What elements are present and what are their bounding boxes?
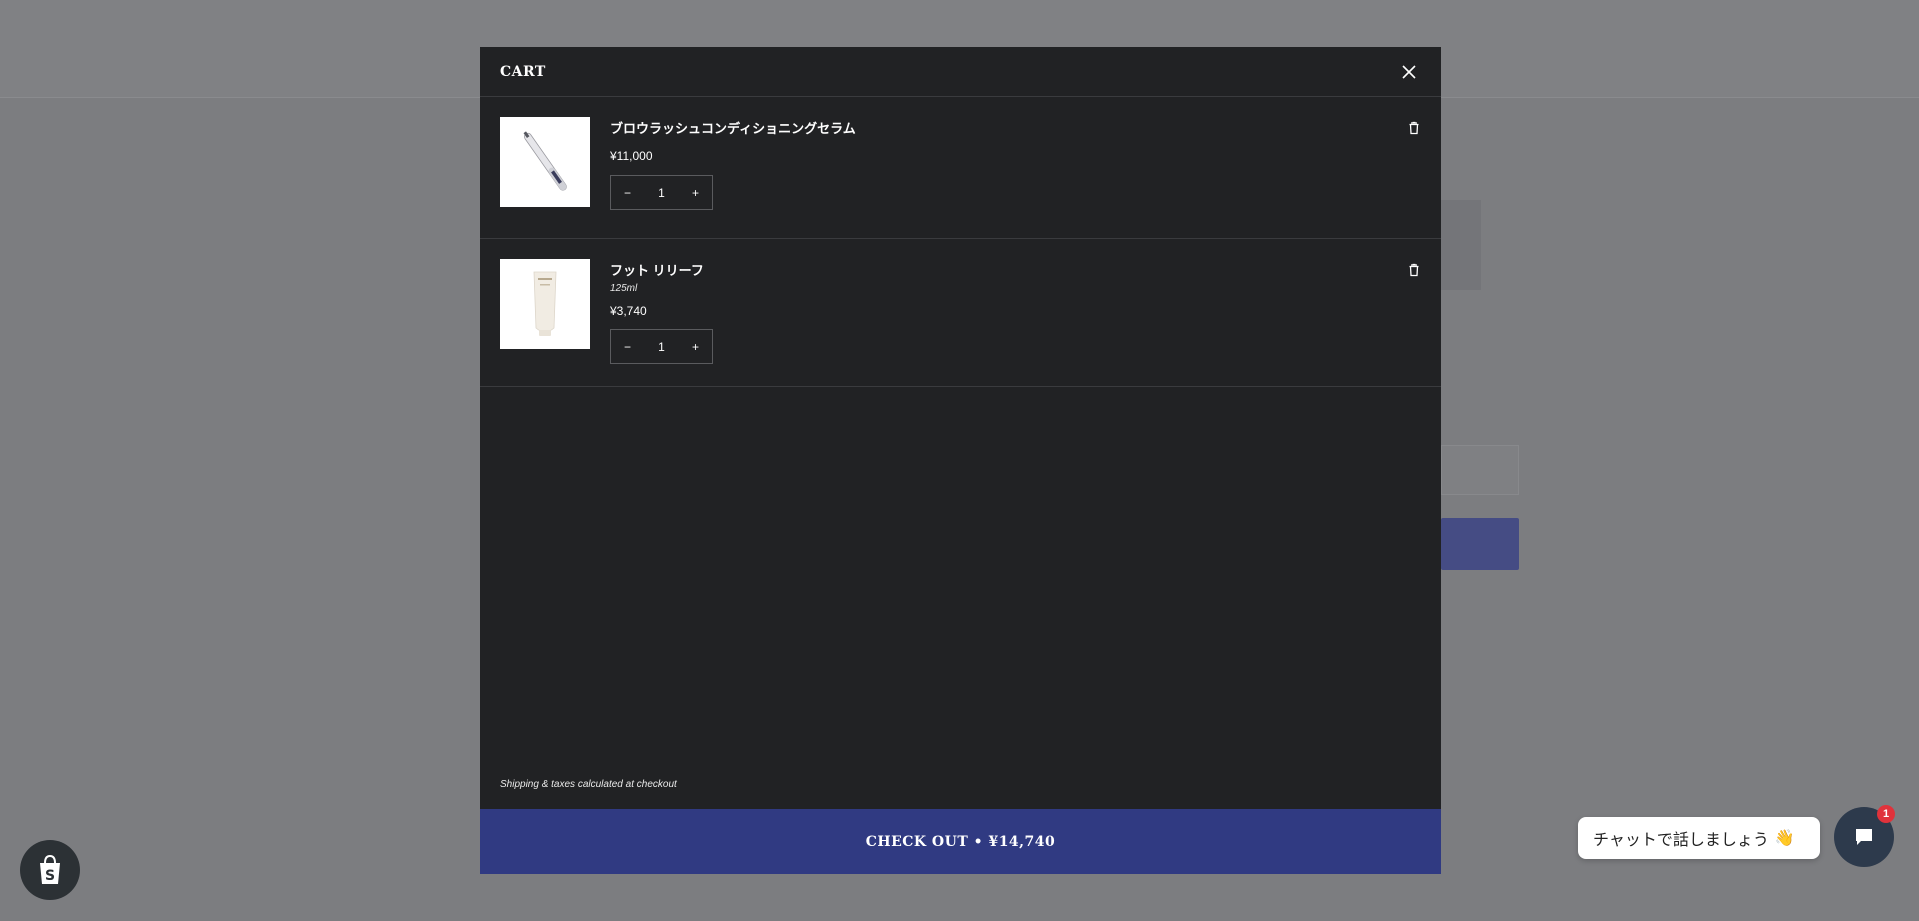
item-price: ¥3,740	[610, 304, 647, 318]
svg-text:S: S	[45, 868, 55, 884]
quantity-stepper: − 1 +	[610, 329, 713, 364]
wave-emoji-icon: 👋	[1774, 830, 1795, 847]
item-variant: 125ml	[610, 283, 638, 294]
quantity-value[interactable]: 1	[644, 186, 679, 200]
cart-header: CART	[480, 47, 1441, 97]
shipping-note: Shipping & taxes calculated at checkout	[500, 779, 677, 790]
trash-icon[interactable]	[1407, 263, 1421, 277]
item-title[interactable]: ブロウラッシュコンディショニングセラム	[610, 118, 856, 137]
decrease-quantity-button[interactable]: −	[611, 330, 644, 363]
item-info: ブロウラッシュコンディショニングセラム ¥11,000 − 1 +	[610, 117, 856, 218]
chat-unread-badge: 1	[1877, 805, 1895, 823]
background-input	[1441, 445, 1519, 495]
product-thumbnail[interactable]	[500, 117, 590, 207]
item-info: フット リリーフ 125ml ¥3,740 − 1 +	[610, 259, 713, 366]
cart-title: CART	[500, 63, 546, 80]
item-price: ¥11,000	[610, 149, 653, 163]
cart-drawer: CART ブロウラッシュコンディショニングセラム ¥11,000 − 1 + フ…	[480, 47, 1441, 874]
checkout-button[interactable]: CHECK OUT • ¥14,740	[480, 809, 1441, 874]
trash-icon[interactable]	[1407, 121, 1421, 135]
item-title[interactable]: フット リリーフ	[610, 260, 713, 279]
cart-line-item: ブロウラッシュコンディショニングセラム ¥11,000 − 1 +	[480, 97, 1441, 239]
cart-line-item: フット リリーフ 125ml ¥3,740 − 1 +	[480, 239, 1441, 387]
chat-prompt-text: チャットで話しましょう	[1593, 832, 1769, 849]
increase-quantity-button[interactable]: +	[679, 330, 712, 363]
shopify-bag-icon[interactable]: S	[20, 840, 80, 900]
chat-prompt-bubble[interactable]: チャットで話しましょう 👋	[1578, 817, 1820, 859]
decrease-quantity-button[interactable]: −	[611, 176, 644, 209]
quantity-value[interactable]: 1	[644, 340, 679, 354]
cream-tube-product-image	[533, 271, 557, 336]
increase-quantity-button[interactable]: +	[679, 176, 712, 209]
chat-icon	[1856, 829, 1872, 845]
background-add-to-cart	[1441, 518, 1519, 570]
quantity-stepper: − 1 +	[610, 175, 713, 210]
product-thumbnail[interactable]	[500, 259, 590, 349]
background-content	[1441, 200, 1481, 290]
cart-footer-area: Shipping & taxes calculated at checkout	[480, 387, 1441, 809]
serum-pen-product-image	[523, 131, 567, 191]
close-icon[interactable]	[1397, 60, 1421, 84]
